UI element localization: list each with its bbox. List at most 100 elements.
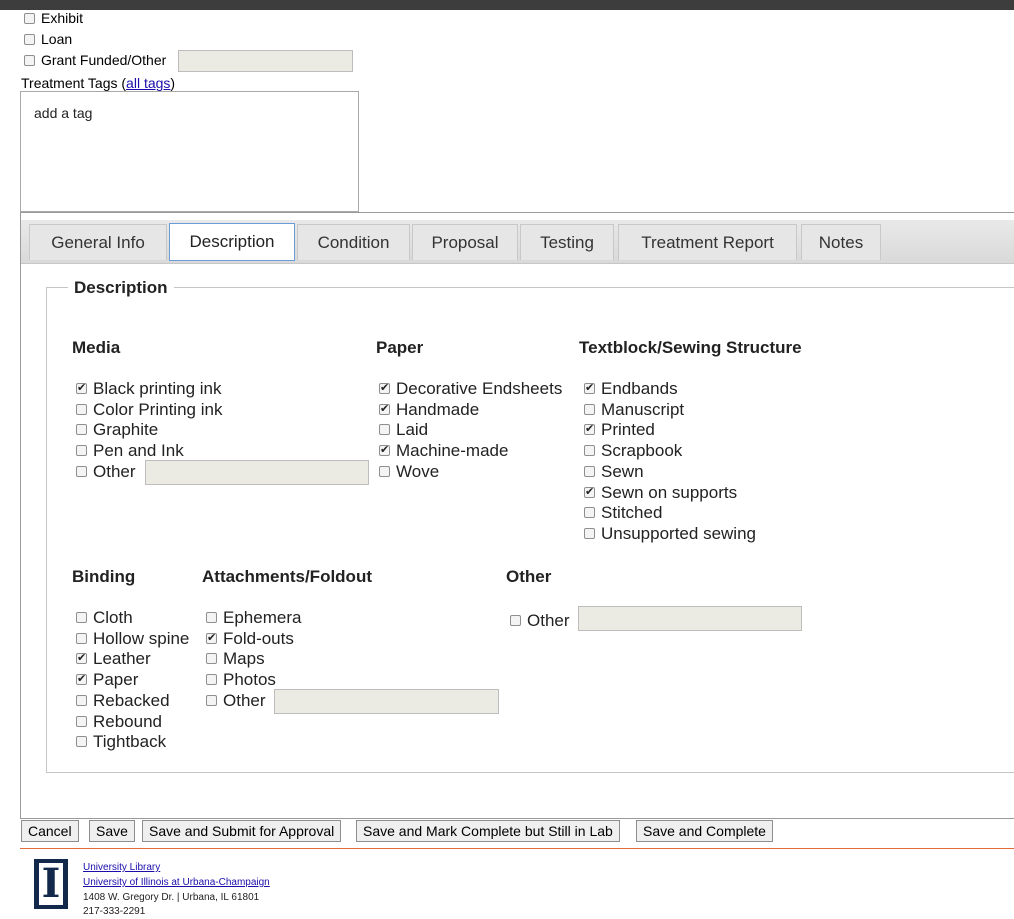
university-library-link[interactable]: University Library — [83, 862, 160, 873]
binding-paper-checkbox[interactable] — [76, 672, 87, 686]
exhibit-checkbox[interactable] — [24, 13, 35, 24]
tab-proposal[interactable]: Proposal — [412, 224, 518, 260]
binding-option-paper[interactable]: Paper — [76, 669, 138, 690]
grant-funded-other-input[interactable] — [178, 50, 353, 72]
media-black-printing-ink-checkbox[interactable] — [76, 381, 87, 394]
paper-option-decorative-endsheets[interactable]: Decorative Endsheets — [379, 378, 562, 399]
binding-option-leather[interactable]: Leather — [76, 648, 151, 669]
textblock-manuscript-checkbox[interactable] — [584, 403, 595, 415]
attachments-option-fold-outs[interactable]: Fold-outs — [206, 628, 294, 649]
textblock-option-printed[interactable]: Printed — [584, 419, 655, 440]
media-option-black-printing-ink[interactable]: Black printing ink — [76, 378, 222, 399]
binding-cloth-checkbox[interactable] — [76, 612, 87, 623]
binding-paper-label: Paper — [93, 670, 139, 690]
footer-divider — [20, 848, 1014, 849]
save-and-complete-button[interactable]: Save and Complete — [636, 820, 773, 842]
media-pen-and-ink-label: Pen and Ink — [93, 441, 184, 461]
uiuc-link[interactable]: University of Illinois at Urbana-Champai… — [83, 877, 270, 888]
binding-leather-checkbox[interactable] — [76, 651, 87, 665]
tab-description[interactable]: Description — [169, 223, 295, 261]
binding-tightback-checkbox[interactable] — [76, 736, 87, 748]
binding-leather-label: Leather — [93, 649, 151, 669]
media-color-printing-ink-checkbox[interactable] — [76, 403, 87, 415]
exhibit-checkbox-row[interactable]: Exhibit — [24, 8, 83, 28]
attachments-title: Attachments/Foldout — [202, 567, 372, 586]
media-pen-and-ink-checkbox[interactable] — [76, 445, 87, 457]
binding-option-tightback[interactable]: Tightback — [76, 731, 166, 752]
other-other-checkbox[interactable] — [510, 615, 521, 626]
media-option-other[interactable]: Other — [76, 461, 136, 482]
binding-option-rebacked[interactable]: Rebacked — [76, 690, 170, 711]
binding-rebacked-checkbox[interactable] — [76, 694, 87, 706]
tab-condition[interactable]: Condition — [297, 224, 410, 260]
attachments-maps-checkbox[interactable] — [206, 653, 217, 665]
attachments-option-maps[interactable]: Maps — [206, 648, 265, 669]
cancel-button[interactable]: Cancel — [21, 820, 79, 842]
binding-option-cloth[interactable]: Cloth — [76, 607, 133, 628]
attachments-other-checkbox[interactable] — [206, 694, 217, 706]
tags-input[interactable]: add a tag — [20, 91, 359, 212]
attachments-option-ephemera[interactable]: Ephemera — [206, 607, 301, 628]
paper-handmade-checkbox[interactable] — [379, 402, 390, 415]
other-option-other[interactable]: Other — [510, 610, 570, 631]
textblock-sewn-checkbox[interactable] — [584, 465, 595, 477]
textblock-endbands-checkbox[interactable] — [584, 381, 595, 394]
media-other-checkbox[interactable] — [76, 465, 87, 477]
grant-funded-checkbox[interactable] — [24, 55, 35, 66]
media-other-input[interactable] — [145, 460, 369, 485]
tab-general-info[interactable]: General Info — [29, 224, 167, 260]
save-submit-approval-button[interactable]: Save and Submit for Approval — [142, 820, 342, 842]
textblock-option-stitched[interactable]: Stitched — [584, 502, 662, 523]
attachments-option-other[interactable]: Other — [206, 690, 266, 711]
textblock-option-unsupported-sewing[interactable]: Unsupported sewing — [584, 523, 756, 544]
paper-wove-checkbox[interactable] — [379, 465, 390, 477]
paper-option-handmade[interactable]: Handmade — [379, 399, 479, 420]
save-mark-complete-in-lab-button[interactable]: Save and Mark Complete but Still in Lab — [356, 820, 620, 842]
window-top-bar — [0, 0, 1014, 10]
media-option-graphite[interactable]: Graphite — [76, 419, 158, 440]
save-button[interactable]: Save — [89, 820, 135, 842]
textblock-option-endbands[interactable]: Endbands — [584, 378, 678, 399]
binding-rebound-checkbox[interactable] — [76, 715, 87, 727]
media-option-color-printing-ink[interactable]: Color Printing ink — [76, 399, 222, 420]
attachments-ephemera-label: Ephemera — [223, 608, 302, 627]
tab-testing[interactable]: Testing — [520, 224, 614, 260]
attachments-fold-outs-checkbox[interactable] — [206, 631, 217, 644]
binding-rebacked-label: Rebacked — [93, 690, 170, 710]
textblock-option-sewn-on-supports[interactable]: Sewn on supports — [584, 482, 737, 503]
paper-wove-label: Wove — [396, 461, 440, 481]
textblock-sewn-on-supports-checkbox[interactable] — [584, 485, 595, 498]
textblock-title: Textblock/Sewing Structure — [579, 338, 802, 357]
paper-option-machine-made[interactable]: Machine-made — [379, 440, 508, 461]
binding-option-rebound[interactable]: Rebound — [76, 711, 162, 732]
textblock-printed-checkbox[interactable] — [584, 422, 595, 436]
paper-machine-made-checkbox[interactable] — [379, 443, 390, 457]
media-option-pen-and-ink[interactable]: Pen and Ink — [76, 440, 184, 461]
attachments-option-photos[interactable]: Photos — [206, 669, 276, 690]
attachments-ephemera-checkbox[interactable] — [206, 612, 217, 623]
loan-label: Loan — [41, 31, 73, 47]
tab-notes[interactable]: Notes — [801, 224, 881, 260]
loan-checkbox[interactable] — [24, 34, 35, 45]
binding-option-hollow-spine[interactable]: Hollow spine — [76, 628, 189, 649]
attachments-photos-checkbox[interactable] — [206, 674, 217, 686]
tab-treatment-report[interactable]: Treatment Report — [618, 224, 797, 260]
loan-checkbox-row[interactable]: Loan — [24, 29, 72, 49]
paper-laid-checkbox[interactable] — [379, 424, 390, 436]
paper-decorative-endsheets-checkbox[interactable] — [379, 381, 390, 394]
all-tags-link[interactable]: all tags — [126, 75, 170, 91]
textblock-unsupported-sewing-checkbox[interactable] — [584, 527, 595, 539]
textblock-option-manuscript[interactable]: Manuscript — [584, 399, 684, 420]
media-graphite-checkbox[interactable] — [76, 424, 87, 436]
paper-option-wove[interactable]: Wove — [379, 461, 439, 482]
textblock-option-sewn[interactable]: Sewn — [584, 461, 644, 482]
grant-funded-checkbox-row[interactable]: Grant Funded/Other — [24, 50, 166, 70]
other-other-input[interactable] — [578, 606, 802, 631]
paper-option-laid[interactable]: Laid — [379, 419, 428, 440]
textblock-option-scrapbook[interactable]: Scrapbook — [584, 440, 682, 461]
paper-laid-label: Laid — [396, 420, 429, 440]
attachments-other-input[interactable] — [274, 689, 499, 714]
textblock-stitched-checkbox[interactable] — [584, 507, 595, 519]
binding-hollow-spine-checkbox[interactable] — [76, 632, 87, 644]
textblock-scrapbook-checkbox[interactable] — [584, 445, 595, 457]
